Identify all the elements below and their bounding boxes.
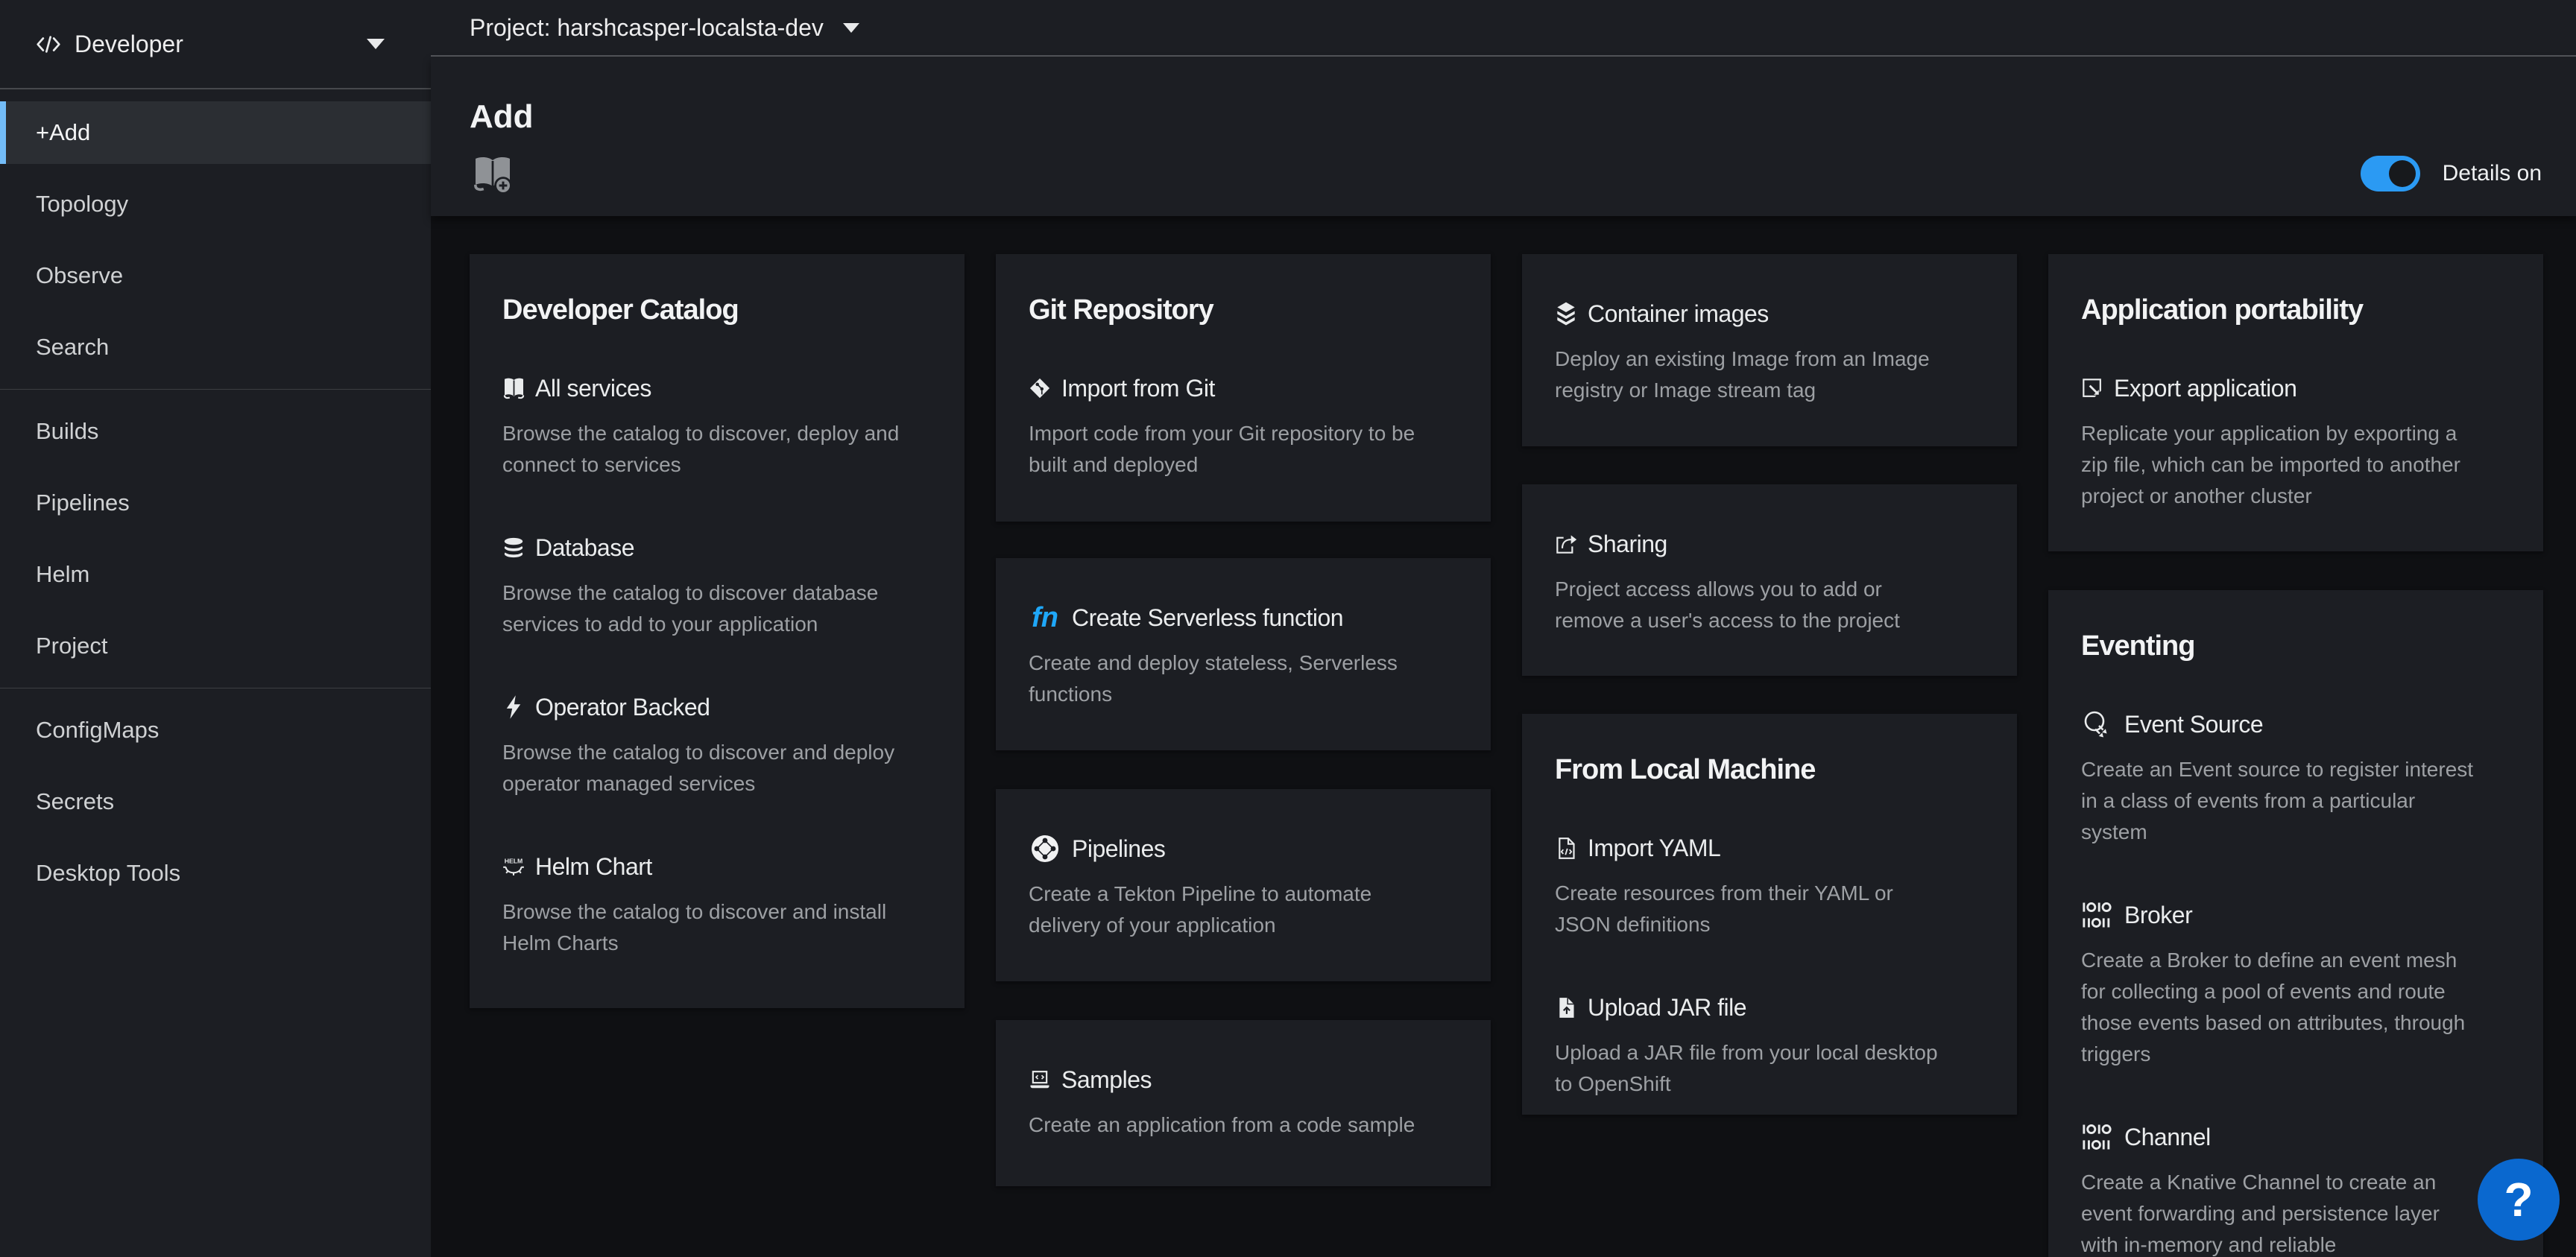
svg-text:HELM: HELM xyxy=(505,857,523,864)
